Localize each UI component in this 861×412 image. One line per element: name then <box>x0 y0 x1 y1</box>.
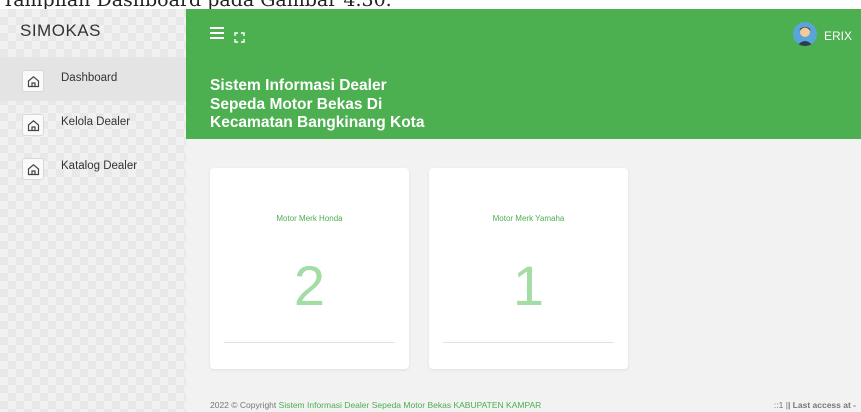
document-caption: Tampilan Dashboard pada Gambar 4.30. <box>0 0 861 9</box>
home-icon <box>22 114 44 136</box>
home-icon <box>22 70 44 92</box>
card-value: 2 <box>293 254 326 317</box>
card-value: 1 <box>512 254 545 317</box>
copyright-prefix: 2022 © Copyright <box>210 400 277 410</box>
ip-address: ::1 | <box>773 400 788 410</box>
home-icon <box>22 158 44 180</box>
top-header: ERIX Sistem Informasi Dealer Sepeda Moto… <box>186 9 861 139</box>
menu-toggle-icon[interactable] <box>210 27 224 39</box>
avatar[interactable] <box>793 22 817 46</box>
page-footer: 2022 © Copyright Sistem Informasi Dealer… <box>186 395 861 412</box>
card-title: Motor Merk Yamaha <box>492 214 565 223</box>
copyright-text: 2022 © Copyright Sistem Informasi Dealer… <box>210 400 541 410</box>
card-divider <box>443 342 614 343</box>
last-access-text: ::1 || Last access at - <box>774 400 856 410</box>
user-name[interactable]: ERIX <box>824 29 852 43</box>
app-brand[interactable]: SIMOKAS <box>20 21 101 41</box>
sidebar-item-kelola-dealer[interactable]: Kelola Dealer <box>0 101 186 145</box>
sidebar-item-dashboard[interactable]: Dashboard <box>0 57 186 101</box>
page-title: Sistem Informasi Dealer Sepeda Motor Bek… <box>210 77 425 131</box>
sidebar-item-katalog-dealer[interactable]: Katalog Dealer <box>0 145 186 189</box>
stat-card-honda: Motor Merk Honda 2 <box>210 168 409 369</box>
sidebar-item-label: Katalog Dealer <box>61 160 138 172</box>
sidebar-item-label: Dashboard <box>61 72 118 84</box>
copyright-link[interactable]: Sistem Informasi Dealer Sepeda Motor Bek… <box>279 400 542 410</box>
fullscreen-icon[interactable] <box>234 28 245 47</box>
stat-card-yamaha: Motor Merk Yamaha 1 <box>429 168 628 369</box>
sidebar-item-label: Kelola Dealer <box>61 116 131 128</box>
card-title: Motor Merk Honda <box>276 214 343 223</box>
sidebar: SIMOKAS Dashboard Kelola Dealer Katalog … <box>0 9 186 412</box>
card-divider <box>224 342 395 343</box>
last-access-label: | Last access at - <box>787 400 856 410</box>
caption-text: Tampilan Dashboard pada Gambar 4.30. <box>2 0 392 9</box>
